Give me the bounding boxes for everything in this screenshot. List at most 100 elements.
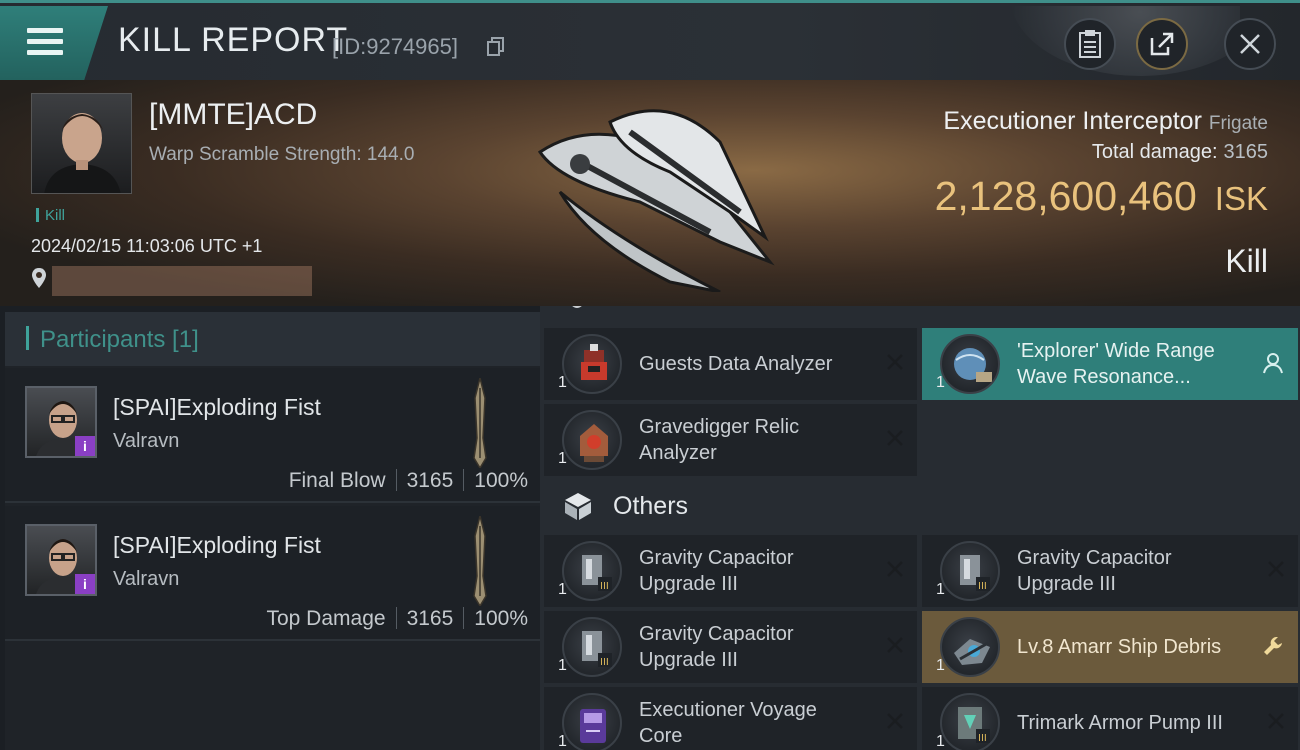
hamburger-icon [27,28,63,56]
destroyed-x-icon [887,354,903,370]
participant-stats: Top Damage 3165 100% [266,607,528,631]
participant-corp: Valravn [113,430,180,452]
close-icon [1240,34,1260,54]
participant-row[interactable]: i [SPAI]Exploding Fist Valravn Top Damag… [5,506,540,641]
isk-value: 2,128,600,460 ISK [935,173,1268,220]
location-redacted [52,266,312,296]
victim-banner: [MMTE]ACD Warp Scramble Strength: 144.0 … [0,80,1300,306]
security-badge-icon: i [75,436,95,456]
item-name: Gravity Capacitor Upgrade III [639,623,794,671]
participant-avatar[interactable]: i [25,386,97,458]
section-title: Others [613,492,689,520]
ship-class: Frigate [1208,113,1268,134]
voyage-core-icon [562,693,622,750]
item-quantity: 1 [558,374,567,391]
item-name: Gravity Capacitor Upgrade III [1017,547,1172,595]
share-icon [1150,32,1174,56]
item-name: Executioner Voyage Core [639,699,817,747]
item-quantity: 1 [936,657,945,674]
data-analyzer-icon [562,334,622,394]
item-row[interactable]: III 1 Trimark Armor Pump III [922,687,1298,750]
participant-row[interactable]: i [SPAI]Exploding Fist Valravn Final Blo… [5,368,540,503]
destroyed-x-icon [887,430,903,446]
svg-text:III: III [978,581,987,592]
isk-amount: 2,128,600,460 [934,173,1197,219]
participant-role: Top Damage [266,607,386,630]
portrait-image [44,113,121,193]
item-quantity: 1 [558,657,567,674]
participant-ship-icon [473,378,487,468]
participants-panel: Participants [1] i [SPAI]Exploding Fist … [5,312,540,750]
item-quantity: 1 [558,450,567,467]
isk-unit: ISK [1214,180,1268,217]
cube-icon [565,493,591,520]
clipboard-button[interactable] [1064,18,1116,70]
security-badge-icon: i [75,574,95,594]
svg-text:III: III [978,733,987,744]
ship-name: Executioner Interceptor [943,107,1202,135]
relic-analyzer-icon [562,410,622,470]
report-id: [ID:9274965] [332,34,458,59]
destroyed-x-icon [1268,713,1284,729]
item-quantity: 1 [936,733,945,750]
item-name: Trimark Armor Pump III [1017,712,1223,734]
participants-title: Participants [1] [40,326,199,353]
participant-percent: 100% [474,469,528,492]
participant-name: [SPAI]Exploding Fist [113,532,321,558]
item-quantity: 1 [558,581,567,598]
rig-icon: III [562,541,622,601]
destroyed-x-icon [887,561,903,577]
top-bar: KILL REPORT [ID:9274965] [0,0,1300,80]
share-button[interactable] [1136,18,1188,70]
items-panel[interactable]: 1 Guests Data Analyzer 1 'Explorer' Wide… [540,306,1300,750]
total-damage-label: Total damage: [1091,141,1218,163]
location-pin-icon [32,268,46,288]
item-name: Guests Data Analyzer [639,353,833,375]
item-row[interactable]: 1 Executioner Voyage Core [544,687,917,750]
participant-name: [SPAI]Exploding Fist [113,394,321,420]
svg-text:III: III [600,657,609,668]
wrench-icon [1264,637,1282,655]
collapse-chevron-icon[interactable] [568,306,586,314]
item-row[interactable]: 1 Guests Data Analyzer [544,328,917,400]
menu-button[interactable] [0,6,108,80]
close-button[interactable] [1224,18,1276,70]
armor-rig-icon: III [940,693,1000,750]
scanner-probe-icon [940,334,1000,394]
item-row[interactable]: 1 Lv.8 Amarr Ship Debris [922,611,1298,683]
participant-role: Final Blow [288,469,386,492]
destroyed-x-icon [887,637,903,653]
item-row[interactable]: III 1 Gravity Capacitor Upgrade III [922,535,1298,607]
kill-datetime: 2024/02/15 11:03:06 UTC +1 [31,236,263,256]
item-quantity: 1 [936,581,945,598]
item-row[interactable]: III 1 Gravity Capacitor Upgrade III [544,611,917,683]
destroyed-x-icon [887,713,903,729]
participant-avatar[interactable]: i [25,524,97,596]
warp-scramble-strength: Warp Scramble Strength: 144.0 [149,144,415,165]
item-name: Gravedigger Relic Analyzer [639,416,800,464]
svg-text:III: III [600,581,609,592]
ship-type: Executioner Interceptor Frigate [943,107,1268,136]
ship-image [537,109,775,292]
item-quantity: 1 [558,733,567,750]
item-name: Lv.8 Amarr Ship Debris [1017,636,1222,658]
item-name: 'Explorer' Wide Range Wave Resonance... [1017,340,1215,388]
rig-icon: III [940,541,1000,601]
item-row[interactable]: III 1 Gravity Capacitor Upgrade III [544,535,917,607]
item-row[interactable]: 1 'Explorer' Wide Range Wave Resonance..… [922,328,1298,400]
total-damage: Total damage: 3165 [1092,141,1268,164]
participant-damage: 3165 [406,607,454,630]
participants-header: Participants [1] [5,312,540,366]
participant-corp: Valravn [113,568,180,590]
item-quantity: 1 [936,374,945,391]
result-label: Kill [1225,243,1268,279]
item-name: Gravity Capacitor Upgrade III [639,547,794,595]
victim-avatar[interactable] [31,93,132,194]
page-title: KILL REPORT [118,21,349,59]
destroyed-x-icon [1268,561,1284,577]
victim-name: [MMTE]ACD [149,98,318,131]
total-damage-value: 3165 [1223,141,1269,163]
copy-icon[interactable] [487,37,505,57]
participant-ship-icon [473,516,487,606]
item-row[interactable]: 1 Gravedigger Relic Analyzer [544,404,917,476]
